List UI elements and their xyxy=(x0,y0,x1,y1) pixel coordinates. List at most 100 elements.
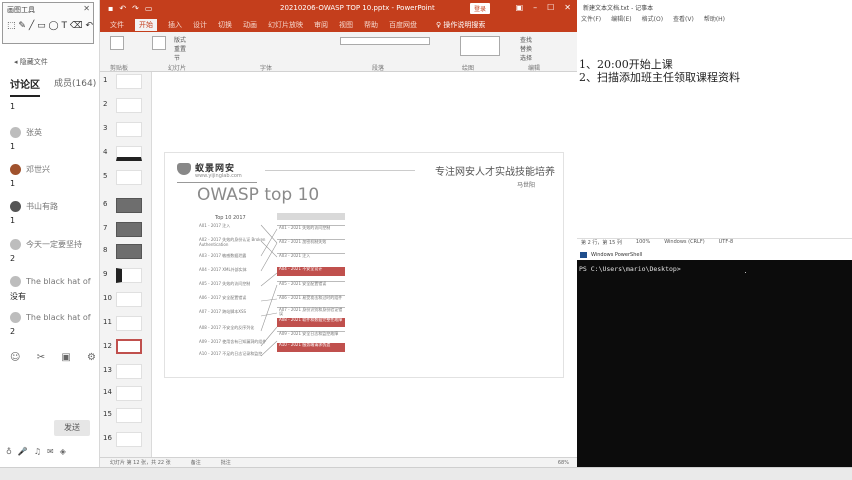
slide-thumbnail[interactable] xyxy=(116,222,142,237)
start-slideshow-icon[interactable]: ▭ xyxy=(145,4,153,13)
slide-editor[interactable]: 蚁景网安 www.yijinglab.com 专注网安人才实战技能培养 马世阳 … xyxy=(152,72,577,457)
gift-icon[interactable]: ◈ xyxy=(60,447,66,456)
slide-thumbnail[interactable] xyxy=(116,98,142,113)
slide-thumbnail-selected[interactable] xyxy=(116,339,142,354)
avatar xyxy=(10,311,21,323)
reset-button[interactable]: 重置 xyxy=(174,44,186,53)
tab-home[interactable]: 开始 xyxy=(135,19,157,31)
slide-thumbnail[interactable] xyxy=(116,386,142,401)
slide-number: 8 xyxy=(103,246,108,254)
save-icon[interactable]: ▪ xyxy=(108,4,113,13)
line-icon[interactable]: ╱ xyxy=(29,21,34,31)
text-icon[interactable]: T xyxy=(61,21,67,31)
find-button[interactable]: 查找 xyxy=(520,35,532,44)
chat-message: The black hat of 没有 xyxy=(10,275,98,302)
owasp-2017-item: A03 - 2017 敏感数据泄露 xyxy=(199,253,247,258)
slide-thumbnail[interactable] xyxy=(116,364,142,379)
select-icon[interactable]: ⬚ xyxy=(7,21,16,31)
ppt-statusbar: 幻灯片 第 12 张，共 22 张 备注 批注 68% xyxy=(100,457,577,467)
notes-button[interactable]: 备注 xyxy=(191,459,201,466)
slide-thumbnail[interactable] xyxy=(116,122,142,137)
tab-view[interactable]: 视图 xyxy=(339,20,353,30)
undo-icon[interactable]: ↶ xyxy=(119,4,126,13)
comments-button[interactable]: 批注 xyxy=(221,459,231,466)
slide-thumbnail[interactable] xyxy=(116,292,142,307)
current-slide[interactable]: 蚁景网安 www.yijinglab.com 专注网安人才实战技能培养 马世阳 … xyxy=(164,152,564,378)
redo-icon[interactable]: ↷ xyxy=(132,4,139,13)
emoji-icon[interactable]: ☺ xyxy=(10,352,20,363)
menu-format[interactable]: 格式(O) xyxy=(642,14,663,24)
tab-animations[interactable]: 动画 xyxy=(243,20,257,30)
send-button[interactable]: 发送 xyxy=(54,420,90,436)
select-button[interactable]: 选择 xyxy=(520,53,532,62)
group-slides: 幻灯片 xyxy=(168,65,187,72)
slide-thumbnail[interactable] xyxy=(116,432,142,447)
collapse-link[interactable]: ◂ 隐藏文件 xyxy=(14,57,48,67)
maximize-icon[interactable]: ☐ xyxy=(547,3,554,12)
tab-help[interactable]: 帮助 xyxy=(364,20,378,30)
menu-edit[interactable]: 编辑(E) xyxy=(611,14,631,24)
menu-view[interactable]: 查看(V) xyxy=(673,14,694,24)
section-button[interactable]: 节 xyxy=(174,53,180,62)
rectangle-icon[interactable]: ▭ xyxy=(37,21,46,31)
ribbon-display-icon[interactable]: ▣ xyxy=(516,3,524,12)
quick-access-toolbar: ▪ ↶ ↷ ▭ xyxy=(108,4,152,13)
message-text: 2 xyxy=(10,327,16,336)
layout-button[interactable]: 版式 xyxy=(174,35,186,44)
slide-number: 9 xyxy=(103,270,108,278)
location-icon[interactable]: ♁ xyxy=(6,447,12,456)
eraser-icon[interactable]: ⌫ xyxy=(70,21,83,31)
owasp-2021-item: A05 - 2021 安全配置错误 xyxy=(277,281,345,290)
owasp-2017-item: A10 - 2017 不足的日志记录和监控 xyxy=(199,351,263,356)
slide-thumbnail[interactable] xyxy=(116,146,142,161)
tab-slideshow[interactable]: 幻灯片放映 xyxy=(268,20,303,30)
terminal-prompt[interactable]: PS C:\Users\mario\Desktop> xyxy=(579,265,681,273)
login-button[interactable]: 登录 xyxy=(470,3,491,14)
shapes-gallery[interactable] xyxy=(460,36,500,56)
slide-thumbnail[interactable] xyxy=(116,244,142,259)
powerpoint-window: ▪ ↶ ↷ ▭ 20210206-OWASP TOP 10.pptx - Pow… xyxy=(100,0,577,467)
message-text: 没有 xyxy=(10,292,26,301)
music-icon[interactable]: ♫ xyxy=(34,447,41,456)
tab-baidu-netdisk[interactable]: 百度网盘 xyxy=(389,20,417,30)
tab-review[interactable]: 审阅 xyxy=(314,20,328,30)
menu-file[interactable]: 文件(F) xyxy=(581,14,601,24)
slide-number: 5 xyxy=(103,172,108,180)
slide-thumbnail[interactable] xyxy=(116,74,142,89)
slide-thumbnail[interactable] xyxy=(116,198,142,213)
new-slide-icon[interactable] xyxy=(152,36,166,50)
chat-icon[interactable]: ✉ xyxy=(47,447,54,456)
replace-button[interactable]: 替换 xyxy=(520,44,532,53)
owasp-2021-item-new: A10 - 2021 服务端请求伪造 xyxy=(277,343,345,352)
chat-message: The black hat of 2 xyxy=(10,311,98,336)
powershell-window[interactable]: Windows PowerShell PS C:\Users\mario\Des… xyxy=(577,250,852,467)
tab-file[interactable]: 文件 xyxy=(110,20,124,30)
tab-members[interactable]: 成员(164) xyxy=(54,76,96,92)
pen-icon[interactable]: ✎ xyxy=(18,21,26,31)
tab-transitions[interactable]: 切换 xyxy=(218,20,232,30)
notepad-text-area[interactable]: 1、20:00开始上课 2、扫描添加班主任领取课程资料 xyxy=(577,58,852,84)
tab-insert[interactable]: 插入 xyxy=(168,20,182,30)
font-combo[interactable] xyxy=(340,37,430,45)
slide-thumbnail[interactable] xyxy=(116,268,142,283)
menu-help[interactable]: 帮助(H) xyxy=(704,14,725,24)
close-icon[interactable]: ✕ xyxy=(83,4,90,13)
microphone-icon[interactable]: 🎤 xyxy=(18,447,28,456)
slide-thumbnail[interactable] xyxy=(116,170,142,185)
undo-icon[interactable]: ↶ xyxy=(85,21,93,31)
slide-thumbnail[interactable] xyxy=(116,408,142,423)
minimize-icon[interactable]: – xyxy=(533,3,537,12)
tab-design[interactable]: 设计 xyxy=(193,20,207,30)
tell-me-search[interactable]: ♀ 操作说明搜索 xyxy=(436,20,485,30)
notepad-menu: 文件(F) 编辑(E) 格式(O) 查看(V) 帮助(H) xyxy=(577,14,852,24)
image-icon[interactable]: ▣ xyxy=(61,352,70,363)
slide-thumbnail[interactable] xyxy=(116,316,142,331)
tab-discussion[interactable]: 讨论区 xyxy=(10,76,40,92)
scissors-icon[interactable]: ✂ xyxy=(37,352,45,363)
zoom-level[interactable]: 68% xyxy=(558,460,569,466)
close-icon[interactable]: ✕ xyxy=(564,3,571,12)
settings-icon[interactable]: ⚙ xyxy=(87,352,96,363)
paste-icon[interactable] xyxy=(110,36,124,50)
slide-number: 7 xyxy=(103,224,108,232)
ellipse-icon[interactable]: ◯ xyxy=(49,21,59,31)
